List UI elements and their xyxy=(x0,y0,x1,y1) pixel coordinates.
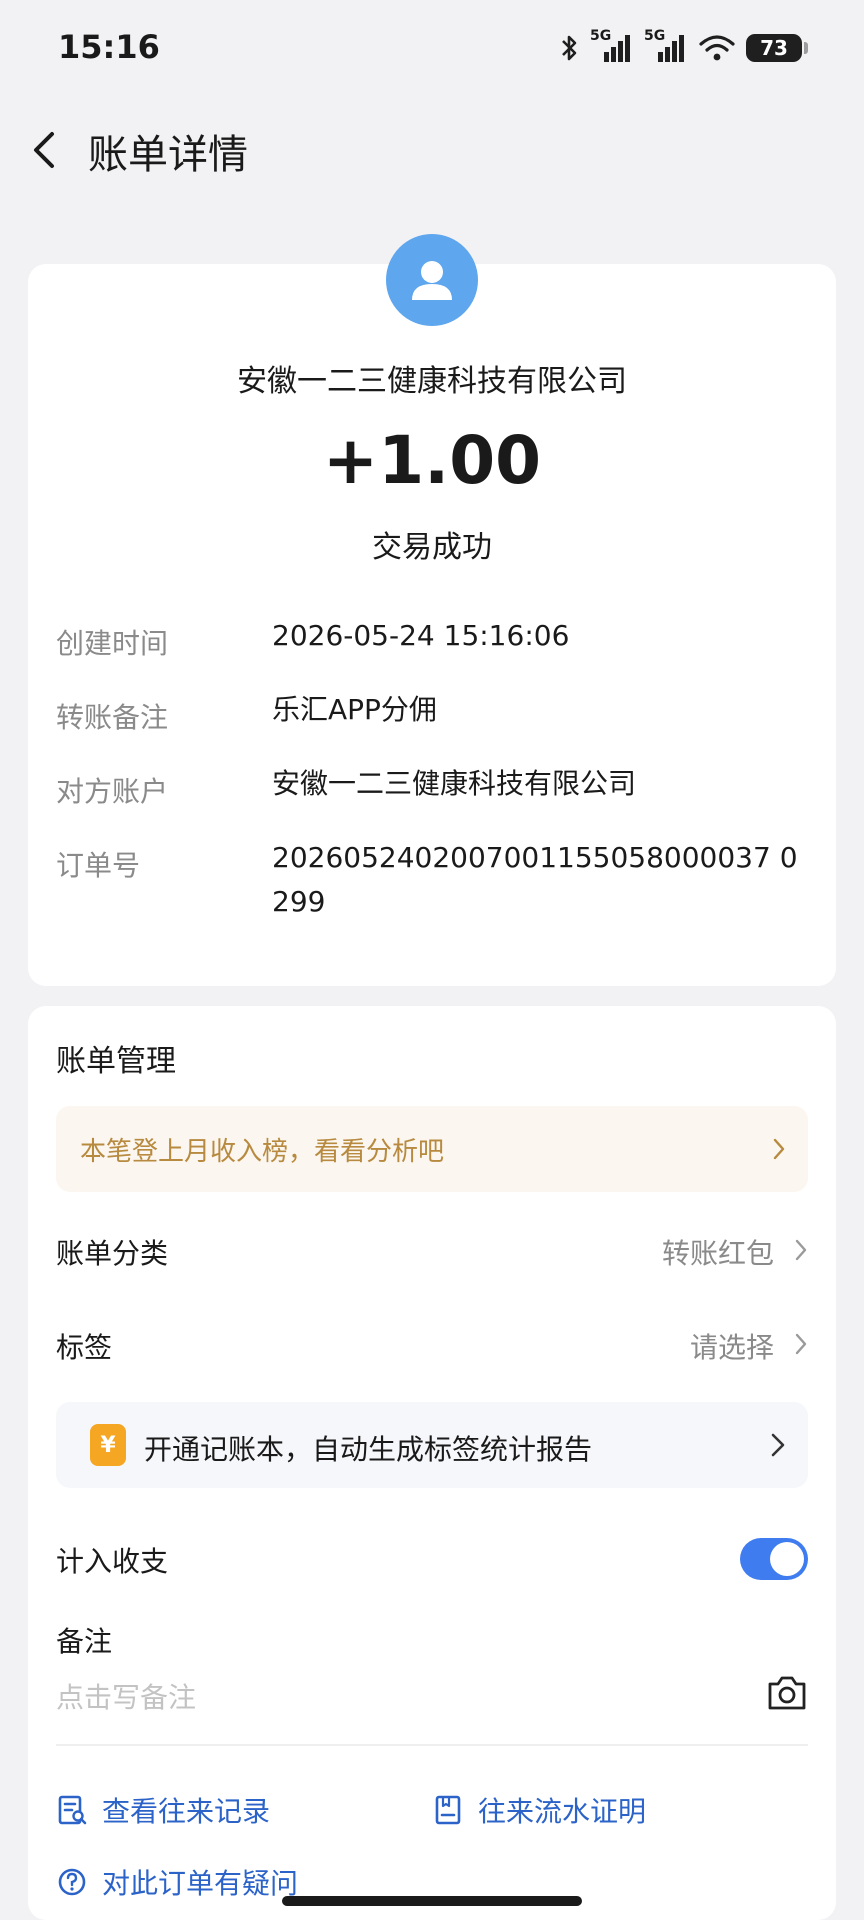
bill-management-card: 账单管理 本笔登上月收入榜，看看分析吧 账单分类 转账红包 标签 请选择 ¥ 开… xyxy=(28,1006,836,1920)
detail-value: 安徽一二三健康科技有限公司 xyxy=(272,767,637,800)
toggle-knob xyxy=(770,1542,804,1576)
detail-value: 2026-05-24 15:16:06 xyxy=(272,619,570,652)
chevron-right-icon xyxy=(795,1333,807,1355)
income-ranking-banner[interactable]: 本笔登上月收入榜，看看分析吧 xyxy=(56,1106,808,1192)
wifi-icon xyxy=(699,35,735,61)
cell-signal-icon: 5G xyxy=(590,28,634,64)
bookkeeping-promo[interactable]: ¥ 开通记账本，自动生成标签统计报告 xyxy=(56,1402,808,1488)
note-input[interactable] xyxy=(56,1672,736,1722)
cell-signal-icon-2: 5G xyxy=(644,28,688,64)
question-icon xyxy=(58,1868,86,1896)
chevron-right-icon xyxy=(795,1239,807,1261)
bill-category-row[interactable]: 账单分类 转账红包 xyxy=(56,1222,808,1278)
page-title: 账单详情 xyxy=(88,132,248,178)
merchant-name: 安徽一二三健康科技有限公司 xyxy=(237,364,627,399)
transaction-amount: +1.00 xyxy=(322,422,542,499)
transaction-proof-button[interactable]: 往来流水证明 xyxy=(432,1790,646,1830)
include-in-budget-toggle[interactable] xyxy=(740,1538,808,1580)
detail-label: 对方账户 xyxy=(56,775,169,808)
document-icon xyxy=(435,1795,461,1825)
network-label-1: 5G xyxy=(590,28,612,44)
chevron-right-icon xyxy=(771,1433,785,1457)
divider xyxy=(56,1744,808,1746)
include-in-budget-label: 计入收支 xyxy=(56,1545,169,1578)
row-label: 账单分类 xyxy=(56,1237,169,1270)
status-time: 15:16 xyxy=(58,28,160,66)
status-icons: 5G 5G 73 xyxy=(558,28,808,68)
section-title: 账单管理 xyxy=(56,1044,176,1079)
detail-label: 创建时间 xyxy=(56,627,169,660)
order-question-label: 对此订单有疑问 xyxy=(102,1867,299,1900)
transaction-summary-card: 安徽一二三健康科技有限公司 +1.00 交易成功 创建时间 2026-05-24… xyxy=(28,234,836,986)
bookkeeping-coin-icon: ¥ xyxy=(90,1424,126,1466)
order-question-button[interactable]: 对此订单有疑问 xyxy=(56,1862,298,1902)
row-value: 转账红包 xyxy=(661,1237,774,1270)
home-indicator[interactable] xyxy=(282,1896,582,1906)
bluetooth-icon xyxy=(562,35,577,61)
view-records-label: 查看往来记录 xyxy=(102,1795,271,1828)
tag-row[interactable]: 标签 请选择 xyxy=(56,1316,808,1372)
camera-icon[interactable] xyxy=(766,1674,808,1712)
detail-label: 订单号 xyxy=(56,849,141,882)
detail-value: 乐汇APP分佣 xyxy=(272,693,437,726)
header: 账单详情 xyxy=(0,110,864,190)
person-icon xyxy=(412,261,452,300)
row-value: 请选择 xyxy=(689,1331,774,1364)
detail-value: 2026052402007001155058000037 0299 xyxy=(272,841,798,918)
detail-label: 转账备注 xyxy=(56,701,169,734)
battery-icon: 73 xyxy=(746,34,808,62)
bill-detail-page: 15:16 5G 5G 73 账单详情 安徽一二三健康科技有限公司 +1.00 … xyxy=(0,0,864,1920)
network-label-2: 5G xyxy=(644,28,666,44)
row-label: 标签 xyxy=(56,1331,113,1364)
promo-text: 开通记账本，自动生成标签统计报告 xyxy=(144,1433,593,1466)
transaction-proof-label: 往来流水证明 xyxy=(478,1795,647,1828)
records-icon xyxy=(58,1795,87,1825)
banner-text: 本笔登上月收入榜，看看分析吧 xyxy=(80,1136,445,1167)
view-records-button[interactable]: 查看往来记录 xyxy=(56,1790,270,1830)
avatar xyxy=(386,234,478,326)
chevron-right-icon xyxy=(773,1138,785,1160)
status-bar: 15:16 5G 5G 73 xyxy=(0,0,864,96)
back-arrow-icon[interactable] xyxy=(26,128,66,172)
transaction-status: 交易成功 xyxy=(372,530,492,565)
note-label: 备注 xyxy=(56,1625,113,1658)
